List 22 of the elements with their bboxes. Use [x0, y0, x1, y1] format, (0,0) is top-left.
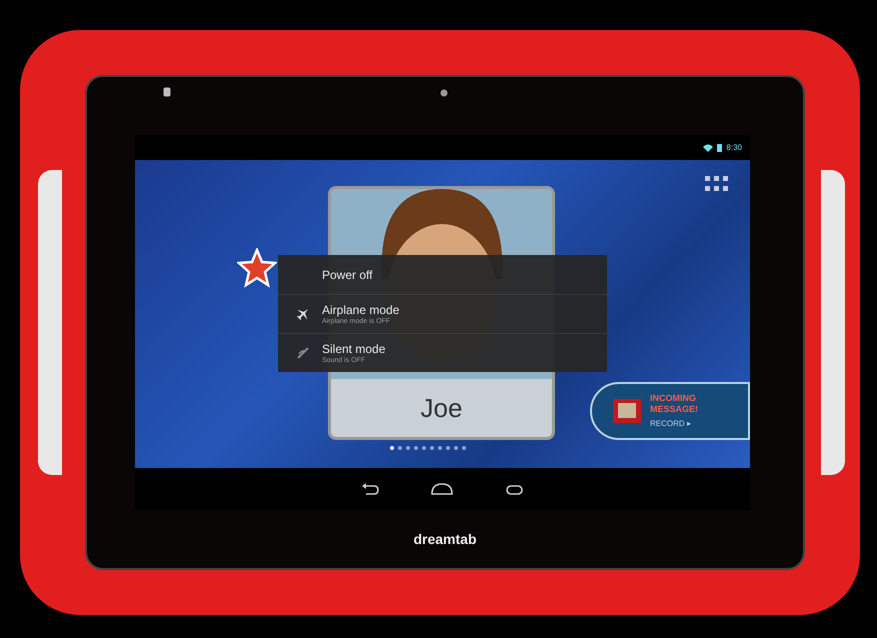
star-icon [237, 248, 277, 288]
apps-grid-icon [705, 176, 729, 192]
home-icon[interactable] [430, 483, 452, 495]
profile-name: Joe [420, 392, 462, 425]
airplane-icon [296, 307, 310, 321]
menu-item[interactable]: Power off [278, 255, 607, 294]
status-time: 8:30 [726, 142, 742, 154]
banner-title: INCOMING MESSAGE! [650, 392, 700, 414]
menu-label: Silent mode [322, 342, 386, 356]
mute-icon [296, 346, 310, 360]
menu-label: Airplane mode [322, 302, 400, 316]
recents-icon[interactable] [504, 483, 524, 495]
tv-icon [612, 398, 642, 424]
sensor-icon [163, 87, 171, 97]
back-icon[interactable] [360, 483, 378, 495]
message-banner[interactable]: INCOMING MESSAGE! RECORD ▸ [590, 382, 750, 440]
battery-icon [717, 144, 722, 152]
brand-logo: dreamtab [413, 530, 477, 548]
wifi-icon [703, 144, 714, 152]
camera-icon [440, 89, 448, 97]
menu-label: Power off [322, 268, 372, 282]
record-link[interactable]: RECORD ▸ [650, 418, 735, 430]
